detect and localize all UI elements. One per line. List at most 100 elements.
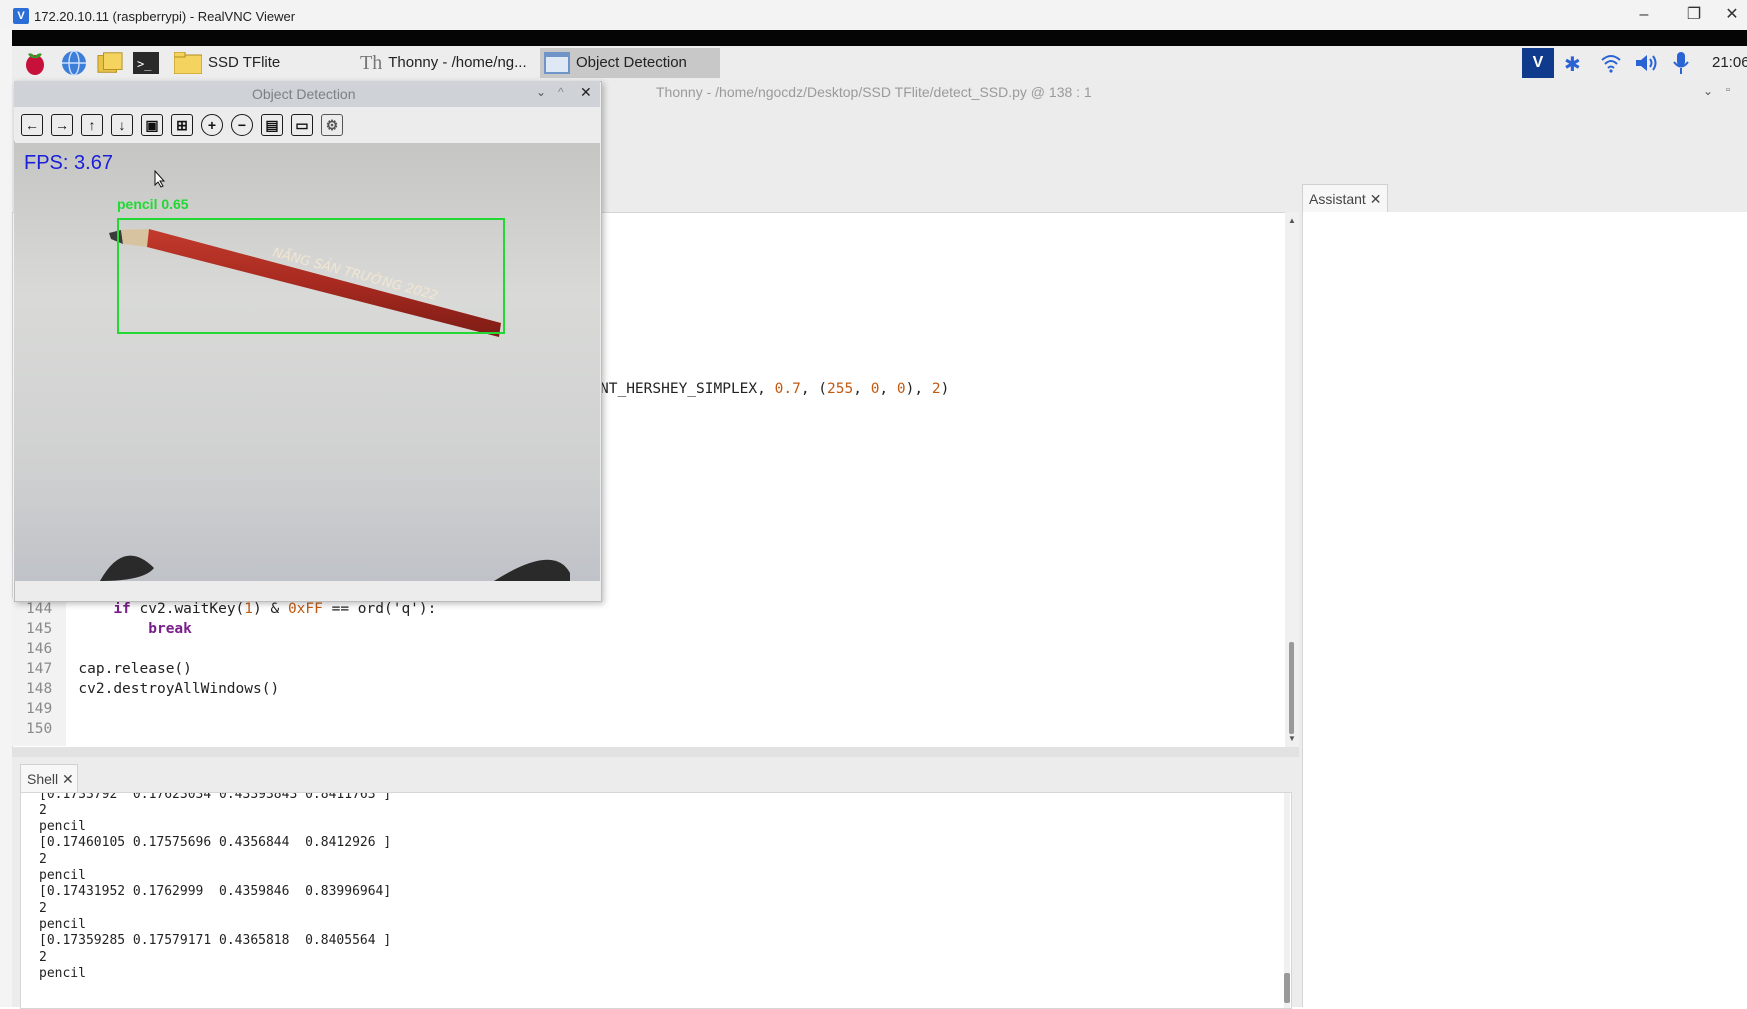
code-fragment-line: NT_HERSHEY_SIMPLEX, 0.7, (255, 0, 0), 2) <box>600 381 949 397</box>
vnc-window-title: 172.20.10.11 (raspberrypi) - RealVNC Vie… <box>34 9 296 24</box>
code-line-148: 148 cv2.destroyAllWindows() <box>26 681 279 697</box>
wifi-icon[interactable] <box>1600 52 1622 79</box>
shell-line: pencil <box>39 966 86 981</box>
zoom-fit-icon[interactable]: ▣ <box>141 114 163 136</box>
maximize-icon[interactable]: ▫ <box>1726 84 1730 96</box>
detection-bounding-box <box>117 218 505 334</box>
bluetooth-icon[interactable]: ✱ <box>1564 52 1581 77</box>
code-number: 255 <box>827 381 854 397</box>
window-title: Object Detection <box>252 86 356 102</box>
code-line-145: 145 break <box>26 621 192 637</box>
taskbar-item-label: Object Detection <box>576 54 687 71</box>
taskbar-item-label: SSD TFlite <box>208 54 281 71</box>
assistant-panel <box>1302 212 1747 1007</box>
web-browser-icon[interactable] <box>61 50 87 76</box>
tab-shell[interactable]: Shell ✕ <box>20 764 78 792</box>
shell-scroll-thumb[interactable] <box>1284 973 1290 1003</box>
code-text: , <box>879 381 897 397</box>
shell-line: 2 <box>39 950 47 965</box>
shell-line: pencil <box>39 868 86 883</box>
code-line-147: 147 cap.release() <box>26 661 192 677</box>
thonny-icon: Th <box>360 52 383 74</box>
file-manager-icon[interactable] <box>97 50 123 76</box>
line-number: 150 <box>26 721 53 737</box>
code-text: NT_HERSHEY_SIMPLEX, <box>600 381 775 397</box>
arrow-left-icon[interactable]: ← <box>21 114 43 136</box>
taskbar-item-ssd-tflite[interactable]: SSD TFlite <box>174 48 354 78</box>
code-text: , <box>853 381 871 397</box>
zoom-out-icon[interactable]: − <box>231 114 253 136</box>
editor-scrollbar[interactable]: ▲ ▼ <box>1285 212 1299 747</box>
close-button[interactable]: ✕ <box>1718 4 1746 26</box>
code-text: ), <box>905 381 932 397</box>
code-text: cv2.waitKey( <box>130 601 245 617</box>
zoom-original-icon[interactable]: ⊞ <box>171 114 193 136</box>
line-number: 145 <box>26 621 53 637</box>
arrow-right-icon[interactable]: → <box>51 114 73 136</box>
microphone-icon[interactable] <box>1672 51 1690 80</box>
minimize-button[interactable]: – <box>1630 4 1658 26</box>
properties-icon[interactable]: ⚙ <box>321 114 343 136</box>
folder-icon <box>174 52 202 74</box>
taskbar-item-label: Thonny - /home/ng... <box>388 54 527 71</box>
line-number: 144 <box>26 601 53 617</box>
shell-line: 2 <box>39 901 47 916</box>
code-text: ) <box>940 381 950 397</box>
code-text: cv2.destroyAllWindows() <box>78 681 280 697</box>
code-line-146: 146 <box>26 641 52 657</box>
fps-readout: FPS: 3.67 <box>24 152 113 174</box>
object-detection-title-bar[interactable]: Object Detection ⌄ ^ ✕ <box>14 81 600 107</box>
arrow-up-icon[interactable]: ↑ <box>81 114 103 136</box>
chevron-down-icon[interactable]: ⌄ <box>1703 84 1713 98</box>
restore-button[interactable]: ❐ <box>1680 4 1708 26</box>
scroll-up-icon[interactable]: ▲ <box>1285 216 1299 225</box>
code-text: ) & <box>253 601 288 617</box>
code-number: 2 <box>931 381 941 397</box>
vnc-left-border <box>0 30 12 1007</box>
maximize-icon[interactable]: ^ <box>558 85 564 99</box>
camera-frame: NĂNG SẢN TRƯỜNG 2022 <box>14 143 600 581</box>
line-number: 146 <box>26 641 53 657</box>
code-text: , ( <box>800 381 828 397</box>
scroll-down-icon[interactable]: ▼ <box>1285 734 1299 743</box>
shell-line: [0.17359285 0.17579171 0.4365818 0.84055… <box>39 933 392 948</box>
taskbar-item-thonny[interactable]: Th Thonny - /home/ng... <box>360 48 535 78</box>
save-icon[interactable]: ▤ <box>261 114 283 136</box>
tab-assistant[interactable]: Assistant ✕ <box>1302 184 1388 212</box>
copy-icon[interactable]: ▭ <box>291 114 313 136</box>
detection-label: pencil 0.65 <box>117 196 189 212</box>
raspberry-menu-icon[interactable] <box>22 50 48 76</box>
shell-line: pencil <box>39 917 86 932</box>
code-number: 0xFF <box>287 601 323 617</box>
pencil-image: NĂNG SẢN TRƯỜNG 2022 <box>100 229 570 581</box>
code-line-144: 144 if cv2.waitKey(1) & 0xFF == ord('q')… <box>26 601 436 617</box>
code-line-149: 149 <box>26 701 52 717</box>
svg-text:>_: >_ <box>137 57 152 71</box>
code-number: 0 <box>896 381 906 397</box>
shell-line: [0.1733792 0.17623034 0.43393843 0.84117… <box>39 792 392 802</box>
close-icon[interactable]: ✕ <box>580 84 592 101</box>
terminal-icon[interactable]: >_ <box>133 50 159 76</box>
code-keyword: if <box>113 601 131 617</box>
clock: 21:06 <box>1712 54 1747 71</box>
code-number: 0.7 <box>774 381 801 397</box>
taskbar-item-object-detection[interactable]: Object Detection <box>540 48 720 78</box>
thonny-title: Thonny - /home/ngocdz/Desktop/SSD TFlite… <box>656 84 1092 100</box>
window-icon <box>544 52 570 74</box>
editor-horizontal-scrollbar[interactable] <box>12 747 1299 757</box>
vnc-top-border <box>12 30 1747 46</box>
realvnc-icon: V <box>13 8 29 24</box>
shell-panel[interactable]: [0.1733792 0.17623034 0.43393843 0.84117… <box>20 792 1292 1009</box>
shell-line: pencil <box>39 819 86 834</box>
zoom-in-icon[interactable]: + <box>201 114 223 136</box>
volume-icon[interactable] <box>1634 53 1658 78</box>
code-keyword: break <box>148 621 192 637</box>
arrow-down-icon[interactable]: ↓ <box>111 114 133 136</box>
vnc-server-icon[interactable]: V <box>1522 48 1554 78</box>
editor-scroll-thumb[interactable] <box>1289 642 1294 734</box>
code-number: 1 <box>244 601 254 617</box>
chevron-down-icon[interactable]: ⌄ <box>536 85 546 99</box>
code-text: cap.release() <box>78 661 192 677</box>
shell-line: [0.17460105 0.17575696 0.4356844 0.84129… <box>39 835 392 850</box>
